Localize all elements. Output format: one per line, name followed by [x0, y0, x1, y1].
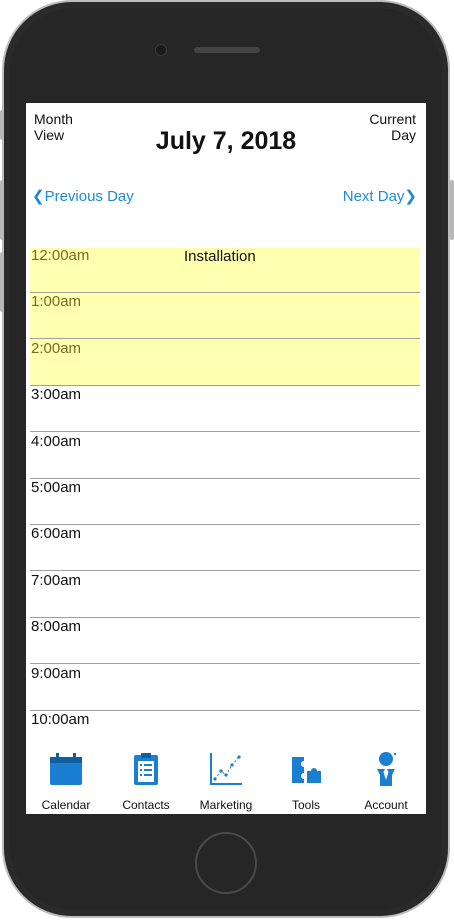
tab-contacts-label: Contacts — [122, 798, 170, 812]
app-screen: Month View Current Day July 7, 2018 ❮Pre… — [26, 103, 426, 814]
earpiece-speaker — [194, 47, 260, 53]
time-row[interactable]: 9:00am — [30, 665, 420, 711]
event-title[interactable]: Installation — [184, 248, 256, 265]
calendar-icon — [50, 753, 82, 785]
chart-icon — [210, 753, 242, 785]
page-title: July 7, 2018 — [155, 127, 297, 155]
previous-day-link[interactable]: ❮Previous Day — [32, 187, 134, 205]
time-row[interactable]: 8:00am — [30, 618, 420, 665]
time-row[interactable]: 7:00am — [30, 572, 420, 618]
volume-down-button — [0, 252, 4, 312]
puzzle-icon — [292, 757, 321, 783]
tab-account[interactable]: Account — [346, 741, 426, 814]
next-day-link[interactable]: Next Day❯ — [343, 187, 417, 205]
tab-bar: Calendar Contacts Marketing Tools Accoun… — [26, 741, 426, 814]
time-label: 3:00am — [31, 386, 82, 404]
time-label: 6:00am — [31, 525, 82, 543]
time-row[interactable]: 4:00am — [30, 433, 420, 479]
time-label: 10:00am — [31, 711, 90, 728]
front-camera — [155, 44, 167, 56]
tab-marketing[interactable]: Marketing — [186, 741, 266, 814]
time-label: 9:00am — [31, 664, 82, 682]
time-label: 12:00am — [31, 247, 90, 264]
home-button[interactable] — [195, 832, 257, 894]
time-row[interactable]: 3:00am — [30, 386, 420, 433]
tab-tools-label: Tools — [291, 798, 320, 812]
tab-calendar[interactable]: Calendar — [26, 741, 106, 814]
time-label: 4:00am — [31, 432, 82, 450]
tab-marketing-label: Marketing — [199, 798, 253, 812]
tab-account-label: Account — [364, 798, 408, 812]
volume-up-button — [0, 180, 4, 240]
tab-contacts[interactable]: Contacts — [106, 741, 186, 814]
time-label: 7:00am — [31, 571, 82, 589]
mute-switch — [0, 110, 4, 140]
time-label: 2:00am — [31, 339, 82, 357]
tab-calendar-label: Calendar — [41, 798, 91, 812]
time-row[interactable]: 2:00am — [30, 340, 420, 386]
time-row[interactable]: 1:00am — [30, 293, 420, 340]
time-label: 1:00am — [31, 293, 82, 311]
time-label: 8:00am — [31, 618, 82, 636]
clipboard-icon — [134, 753, 158, 785]
time-label: 5:00am — [31, 479, 82, 496]
tab-tools[interactable]: Tools — [266, 741, 346, 814]
time-row[interactable]: 6:00am — [30, 525, 420, 572]
person-icon — [377, 752, 397, 786]
power-button — [450, 180, 454, 240]
time-row[interactable]: 5:00am — [30, 479, 420, 525]
